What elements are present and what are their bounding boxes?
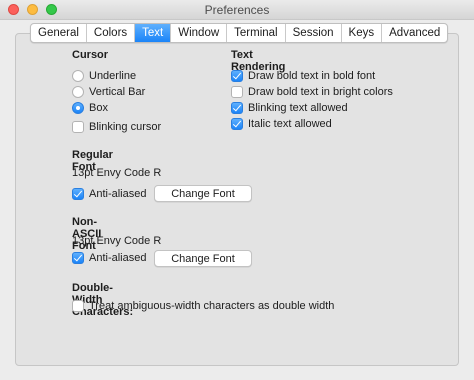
title-bar[interactable]: Preferences (0, 0, 474, 20)
cursor-underline-radio[interactable] (72, 70, 84, 82)
tab-colors[interactable]: Colors (87, 24, 136, 42)
non-ascii-anti-aliased-option[interactable]: Anti-aliased (72, 251, 146, 265)
blinking-text-option[interactable]: Blinking text allowed (231, 101, 348, 115)
blinking-text-label: Blinking text allowed (248, 102, 348, 114)
cursor-box-radio[interactable] (72, 102, 84, 114)
cursor-underline-option[interactable]: Underline (72, 69, 136, 83)
cursor-heading: Cursor (72, 49, 109, 61)
cursor-box-option[interactable]: Box (72, 101, 108, 115)
cursor-vertical-bar-radio[interactable] (72, 86, 84, 98)
tab-general[interactable]: General (31, 24, 87, 42)
window-title: Preferences (204, 3, 270, 17)
blinking-cursor-checkbox[interactable] (72, 121, 84, 133)
preferences-window: Preferences General Colors Text Window T… (0, 0, 474, 380)
cursor-box-label: Box (89, 102, 108, 114)
italic-text-option[interactable]: Italic text allowed (231, 117, 332, 131)
tab-bar: General Colors Text Window Terminal Sess… (30, 23, 449, 43)
blinking-cursor-option[interactable]: Blinking cursor (72, 120, 161, 134)
tab-window[interactable]: Window (171, 24, 228, 42)
regular-anti-aliased-option[interactable]: Anti-aliased (72, 187, 146, 201)
bright-colors-label: Draw bold text in bright colors (248, 86, 393, 98)
non-ascii-change-font-button[interactable]: Change Font (154, 250, 252, 267)
double-width-option[interactable]: Treat ambiguous-width characters as doub… (72, 299, 334, 313)
non-ascii-font-value: 13pt Envy Code R (72, 235, 162, 247)
non-ascii-anti-aliased-checkbox[interactable] (72, 252, 84, 264)
cursor-vertical-bar-label: Vertical Bar (89, 86, 146, 98)
regular-anti-aliased-label: Anti-aliased (89, 188, 147, 200)
blinking-cursor-label: Blinking cursor (89, 121, 162, 133)
regular-change-font-button[interactable]: Change Font (154, 185, 252, 202)
regular-font-value: 13pt Envy Code R (72, 167, 162, 179)
double-width-label: Treat ambiguous-width characters as doub… (89, 300, 335, 312)
bold-font-option[interactable]: Draw bold text in bold font (231, 69, 375, 83)
cursor-underline-label: Underline (89, 70, 137, 82)
tab-session[interactable]: Session (286, 24, 342, 42)
regular-anti-aliased-checkbox[interactable] (72, 188, 84, 200)
italic-text-label: Italic text allowed (248, 118, 332, 130)
tab-keys[interactable]: Keys (342, 24, 383, 42)
tab-advanced[interactable]: Advanced (382, 24, 447, 42)
bold-font-checkbox[interactable] (231, 70, 243, 82)
cursor-vertical-bar-option[interactable]: Vertical Bar (72, 85, 145, 99)
non-ascii-anti-aliased-label: Anti-aliased (89, 252, 147, 264)
tab-terminal[interactable]: Terminal (227, 24, 286, 42)
double-width-checkbox[interactable] (72, 300, 84, 312)
blinking-text-checkbox[interactable] (231, 102, 243, 114)
bright-colors-checkbox[interactable] (231, 86, 243, 98)
bold-font-label: Draw bold text in bold font (248, 70, 376, 82)
bright-colors-option[interactable]: Draw bold text in bright colors (231, 85, 393, 99)
tab-text[interactable]: Text (135, 24, 172, 42)
italic-text-checkbox[interactable] (231, 118, 243, 130)
